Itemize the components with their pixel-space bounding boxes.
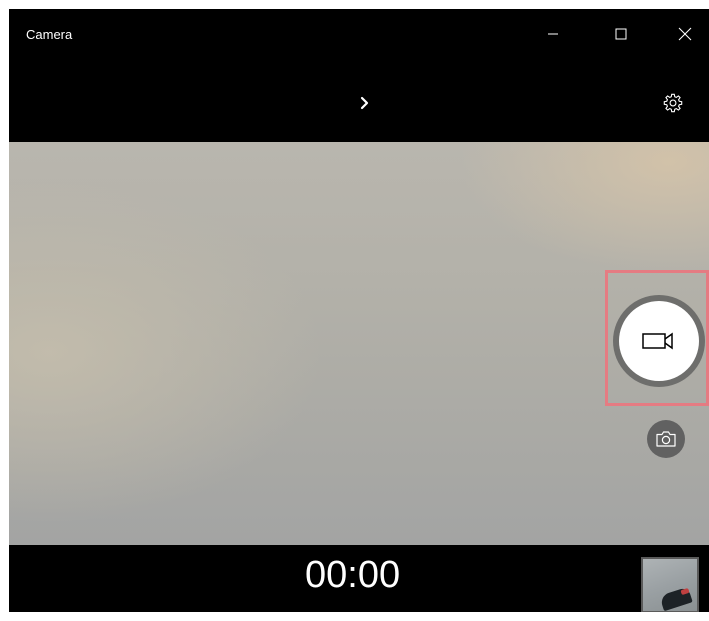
photo-mode-button[interactable] <box>647 420 685 458</box>
title-bar: Camera <box>9 9 709 53</box>
camera-toolbar <box>9 53 709 142</box>
record-button-face <box>619 301 699 381</box>
last-capture-thumbnail[interactable] <box>641 557 699 612</box>
maximize-button[interactable] <box>599 19 643 49</box>
window-title: Camera <box>26 27 73 42</box>
bottom-bar: 00:00 <box>9 545 709 612</box>
video-camera-icon <box>642 332 673 350</box>
chevron-right-icon <box>360 96 369 110</box>
camera-preview <box>9 142 709 545</box>
close-button[interactable] <box>663 19 707 49</box>
expand-options-button[interactable] <box>355 93 375 113</box>
minimize-icon <box>548 33 558 35</box>
record-video-button[interactable] <box>613 295 705 387</box>
camera-icon <box>656 431 676 447</box>
camera-app-window: Camera 00:00 <box>9 9 709 612</box>
close-icon <box>678 27 692 41</box>
maximize-icon <box>615 28 627 40</box>
gear-icon <box>663 93 683 113</box>
settings-button[interactable] <box>660 90 686 116</box>
minimize-button[interactable] <box>531 19 575 49</box>
recording-timer: 00:00 <box>305 554 401 596</box>
